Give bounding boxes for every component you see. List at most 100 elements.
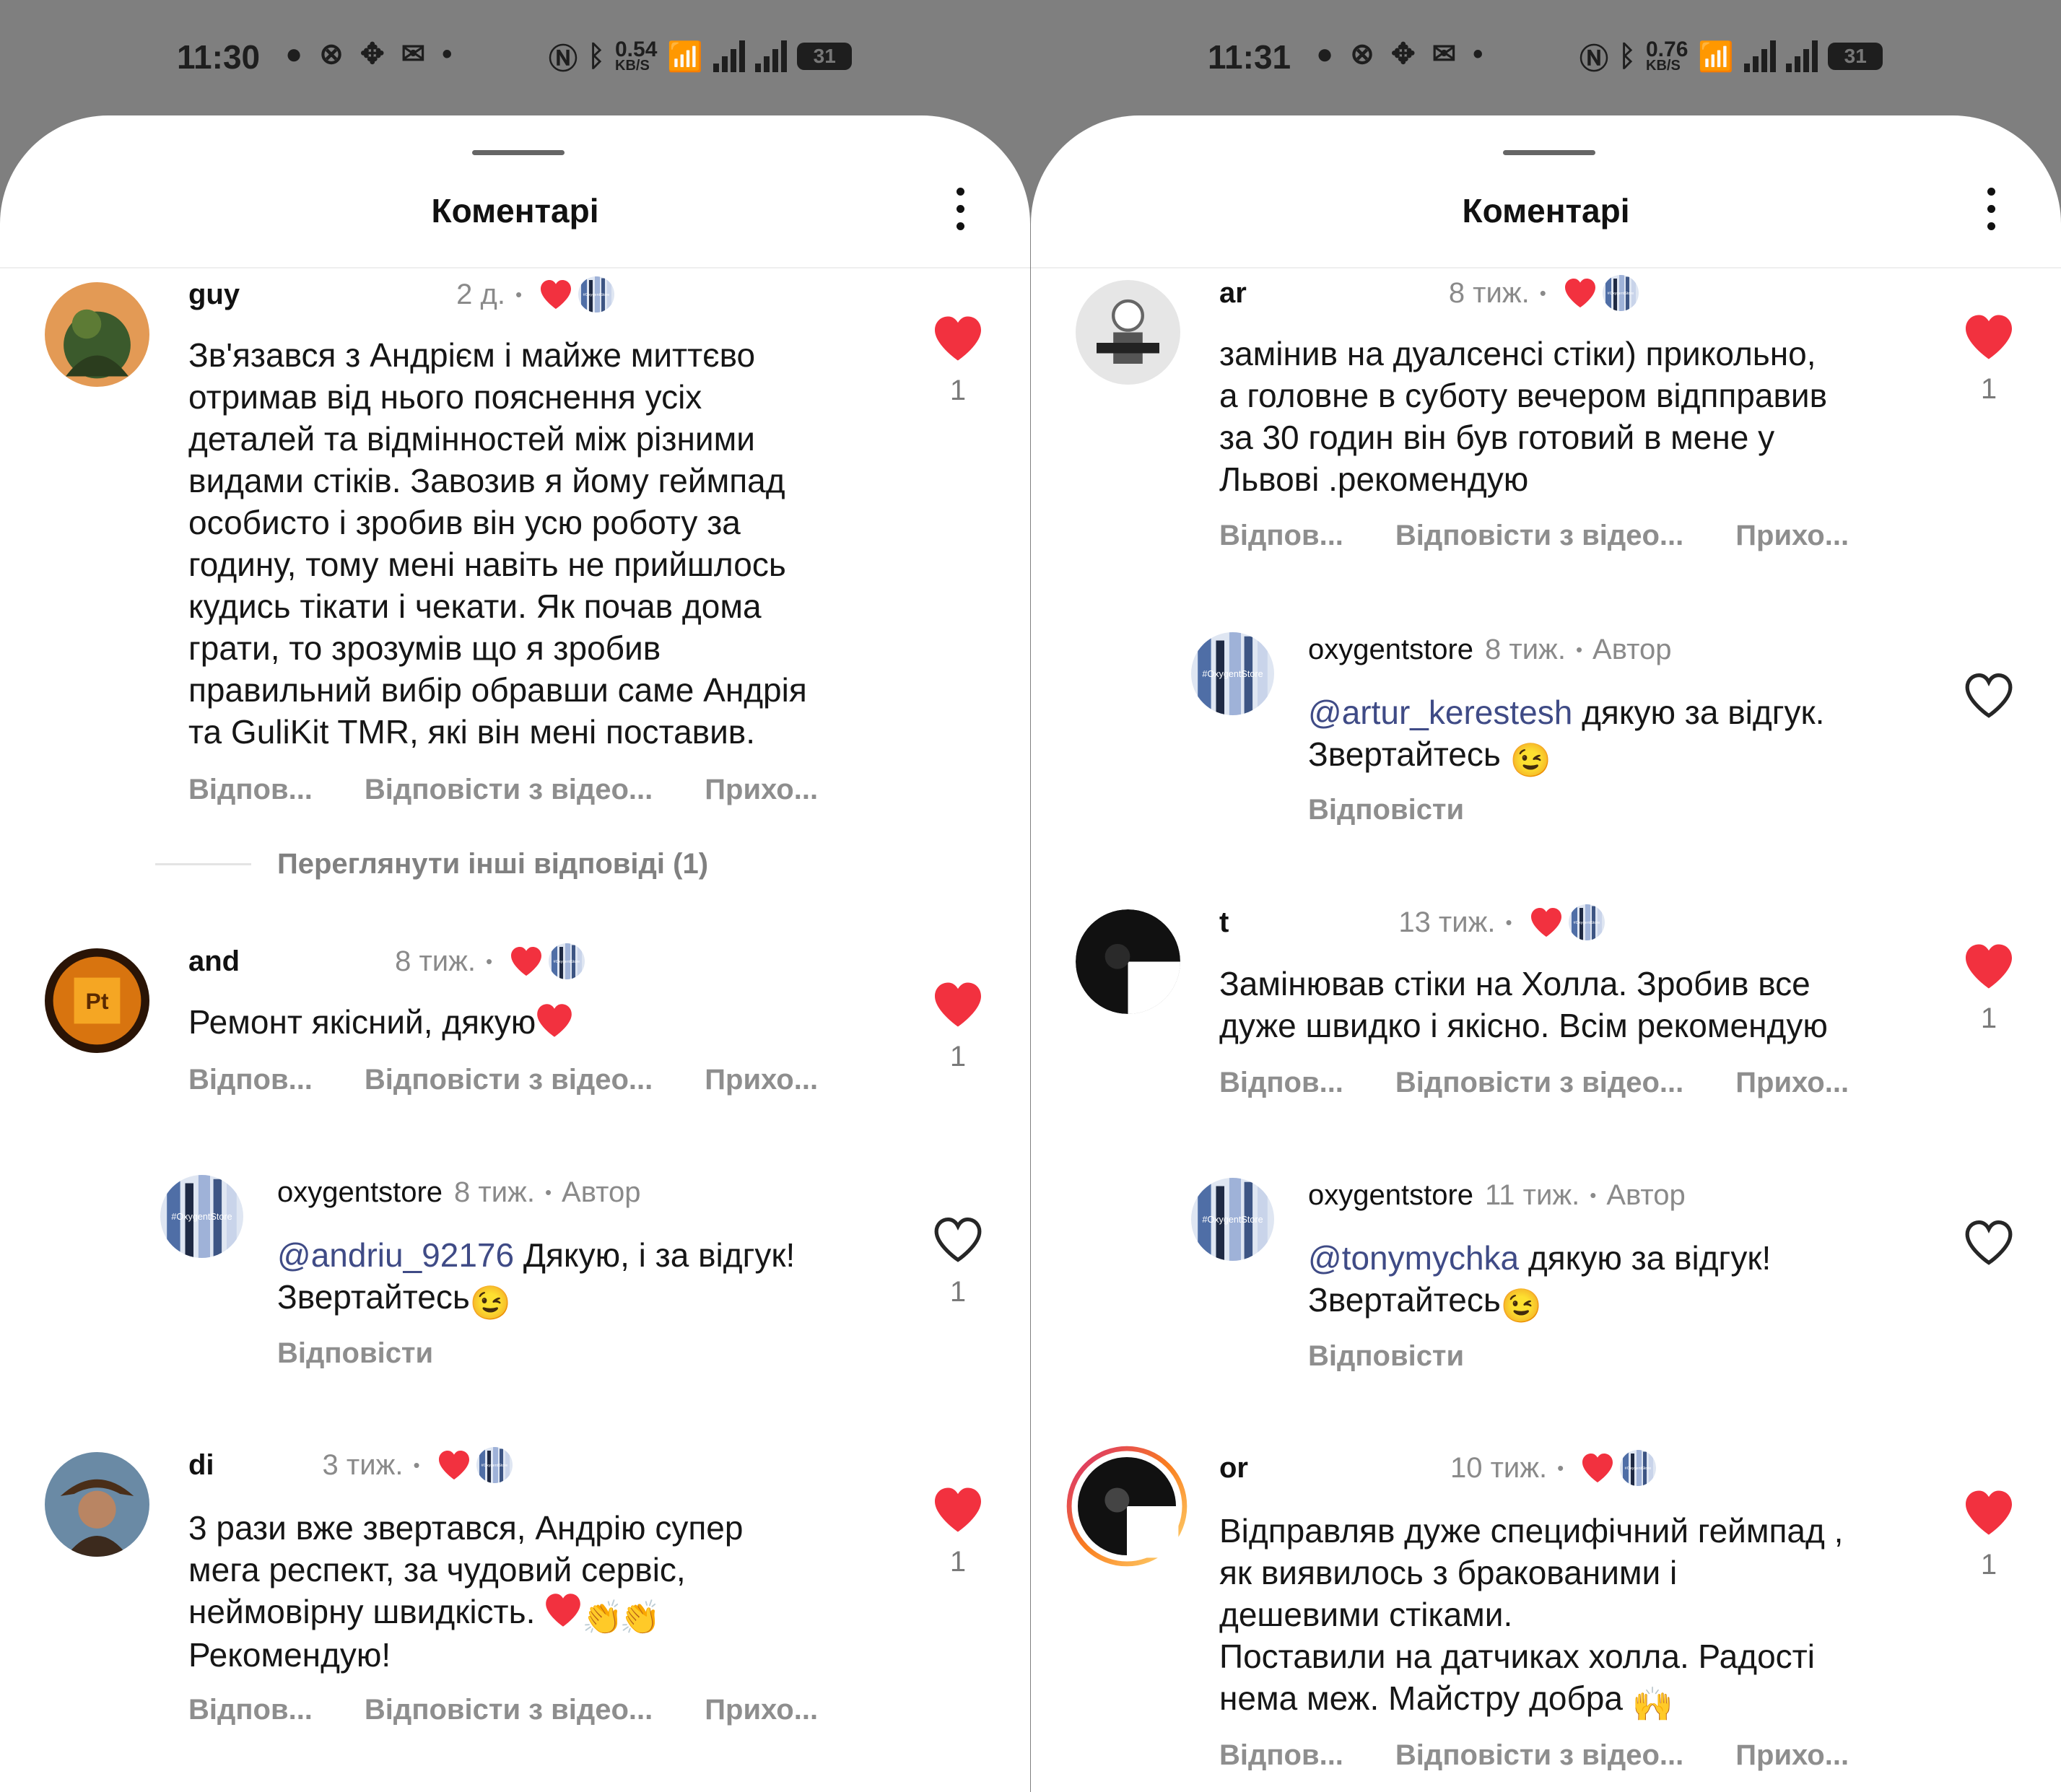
avatar[interactable]	[45, 282, 149, 387]
comment-header: or 10 тиж. •	[1219, 1446, 1656, 1490]
avatar[interactable]: Pt	[45, 948, 149, 1053]
video-reply-button[interactable]: Відповісти з відео...	[365, 1064, 653, 1096]
avatar[interactable]	[1076, 280, 1180, 385]
nfc-icon: Ⓝ	[1579, 43, 1608, 75]
divider	[0, 267, 1030, 268]
username[interactable]: oxygentstore	[277, 1176, 443, 1209]
like-control[interactable]	[1956, 1220, 2021, 1266]
like-count: 1	[1980, 1002, 1997, 1034]
right-screenshot: 11:31 ● ⊗ ✥ ✉ • Ⓝ ᛒ 0.76 KB/S 📶 31 Комент…	[1031, 0, 2061, 1792]
mention-link[interactable]: @artur_kerestesh	[1308, 694, 1572, 731]
comment-actions: Відповісти	[277, 1337, 433, 1370]
mail-icon: ✉	[401, 38, 430, 70]
reply-button[interactable]: Відпов...	[1219, 1739, 1343, 1772]
heart-icon[interactable]	[932, 1487, 984, 1533]
drag-handle[interactable]	[472, 150, 565, 155]
reply-button[interactable]: Відповісти	[1308, 794, 1464, 826]
hide-button[interactable]: Прихо...	[1735, 1739, 1849, 1772]
heart-icon[interactable]	[932, 982, 984, 1028]
video-reply-button[interactable]: Відповісти з відео...	[1395, 1739, 1683, 1772]
clap-emoji-icon: 👏	[582, 1599, 624, 1636]
signal-icon	[1744, 40, 1777, 72]
heart-outline-icon[interactable]	[932, 1217, 984, 1263]
timestamp: 3 тиж.	[322, 1448, 404, 1481]
mail-icon: ✉	[1432, 38, 1461, 70]
username[interactable]: oxygentstore	[1308, 1179, 1473, 1212]
creator-liked	[1530, 904, 1605, 940]
comment-text: Замінював стіки на Холла. Зробив все дуж…	[1219, 965, 1828, 1044]
video-reply-button[interactable]: Відповісти з відео...	[1395, 1067, 1683, 1099]
avatar[interactable]	[1076, 909, 1180, 1014]
video-reply-button[interactable]: Відповісти з відео...	[365, 774, 653, 806]
hide-button[interactable]: Прихо...	[705, 1694, 818, 1726]
creator-liked	[1581, 1450, 1656, 1486]
hide-button[interactable]: Прихо...	[1735, 520, 1849, 552]
mention-link[interactable]: @andriu_92176	[277, 1236, 514, 1274]
bluetooth-icon: ᛒ	[588, 40, 605, 72]
reply-button[interactable]: Відпов...	[188, 774, 313, 806]
author-badge: Автор	[562, 1176, 641, 1208]
reply-button[interactable]: Відповісти	[1308, 1340, 1464, 1373]
wink-emoji-icon: 😉	[1500, 1287, 1543, 1324]
timestamp: 8 тиж.	[454, 1176, 535, 1208]
username[interactable]: guy	[188, 279, 240, 311]
like-control[interactable]: 1	[1956, 314, 2021, 406]
hide-button[interactable]: Прихо...	[1735, 1067, 1849, 1099]
network-speed: 0.76 KB/S	[1646, 38, 1689, 74]
username[interactable]: t	[1219, 906, 1229, 939]
timestamp: 11 тиж.	[1485, 1179, 1580, 1211]
creator-avatar	[476, 1447, 513, 1483]
like-control[interactable]: 1	[1956, 1490, 2021, 1581]
status-time: 11:31	[1208, 38, 1291, 76]
comment-actions: Відпов... Відповісти з відео... Прихо...	[1219, 520, 1849, 552]
more-options-icon[interactable]	[1982, 188, 2000, 238]
heart-emoji-icon	[536, 1002, 573, 1039]
heart-outline-icon[interactable]	[1963, 1220, 2015, 1266]
avatar[interactable]	[45, 1452, 149, 1557]
username[interactable]: di	[188, 1449, 214, 1482]
heart-icon[interactable]	[1963, 1490, 2015, 1536]
video-reply-button[interactable]: Відповісти з відео...	[365, 1694, 653, 1726]
drag-handle[interactable]	[1503, 150, 1595, 155]
battery-icon: 31	[1828, 43, 1883, 70]
avatar[interactable]	[1191, 632, 1274, 715]
heart-icon[interactable]	[1963, 314, 2015, 360]
hide-button[interactable]: Прихо...	[705, 1064, 818, 1096]
sheet-title: Коментарі	[431, 192, 599, 230]
username[interactable]: or	[1219, 1452, 1248, 1485]
heart-icon	[510, 946, 543, 976]
like-control[interactable]: 1	[1956, 943, 2021, 1035]
like-control[interactable]: 1	[925, 982, 990, 1073]
reply-button[interactable]: Відпов...	[188, 1694, 313, 1726]
username[interactable]: oxygentstore	[1308, 634, 1473, 666]
video-reply-button[interactable]: Відповісти з відео...	[1395, 520, 1683, 552]
comment-text: @tonymychka дякую за відгук! Звертайтесь…	[1308, 1239, 1772, 1324]
like-control[interactable]: 1	[925, 1217, 990, 1308]
avatar[interactable]	[1191, 1178, 1274, 1261]
reply-button[interactable]: Відпов...	[1219, 520, 1343, 552]
like-control[interactable]	[1956, 673, 2021, 719]
avatar[interactable]	[160, 1175, 243, 1258]
status-bar: 11:30 ● ⊗ ✥ ✉ • Ⓝ ᛒ 0.54 KB/S 📶 31	[0, 0, 1030, 115]
like-control[interactable]: 1	[925, 315, 990, 407]
like-count: 1	[949, 375, 967, 406]
app-icon: ⊗	[319, 38, 348, 70]
creator-avatar	[1603, 275, 1639, 311]
heart-icon[interactable]	[932, 315, 984, 362]
heart-outline-icon[interactable]	[1963, 673, 2015, 719]
heart-icon[interactable]	[1963, 943, 2015, 989]
view-more-replies[interactable]: Переглянути інші відповіді (1)	[155, 848, 708, 880]
username[interactable]: and	[188, 945, 240, 978]
reply-button[interactable]: Відпов...	[1219, 1067, 1343, 1099]
timestamp: 2 д.	[456, 278, 505, 310]
like-control[interactable]: 1	[925, 1487, 990, 1578]
reply-button[interactable]: Відповісти	[277, 1337, 433, 1370]
username[interactable]: ar	[1219, 277, 1247, 310]
avatar-with-story-ring[interactable]	[1066, 1445, 1188, 1568]
more-options-icon[interactable]	[951, 188, 969, 238]
divider	[1031, 267, 2061, 268]
hide-button[interactable]: Прихо...	[705, 774, 818, 806]
wink-emoji-icon: 😉	[469, 1284, 512, 1321]
mention-link[interactable]: @tonymychka	[1308, 1239, 1519, 1277]
reply-button[interactable]: Відпов...	[188, 1064, 313, 1096]
